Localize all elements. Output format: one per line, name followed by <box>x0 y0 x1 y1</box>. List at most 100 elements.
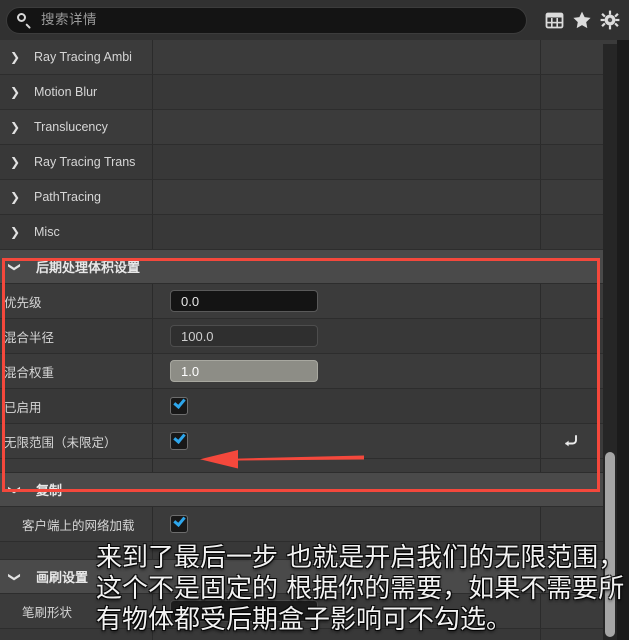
column-splitter-1[interactable] <box>152 75 153 109</box>
column-splitter-2[interactable] <box>540 389 541 423</box>
checkmark-icon <box>173 396 186 409</box>
property-label: 客户端上的网络加载 <box>22 518 135 533</box>
column-splitter-2[interactable] <box>540 180 541 214</box>
column-splitter-1[interactable] <box>152 180 153 214</box>
column-splitter-1[interactable] <box>152 145 153 179</box>
section-label: Misc <box>34 225 60 239</box>
property-row-brush-shape[interactable]: 笔刷形状 <box>0 594 629 629</box>
details-toolbar: 搜索详情 <box>0 0 629 40</box>
list-bottom-filler <box>0 629 629 640</box>
sidebar-item-ray-tracing-translucency[interactable]: Ray Tracing Trans <box>0 145 629 180</box>
column-splitter-1[interactable] <box>152 110 153 144</box>
column-splitter-2[interactable] <box>540 459 541 472</box>
property-name-cell: Ray Tracing Ambi <box>0 50 152 64</box>
column-splitter-2[interactable] <box>540 354 541 388</box>
chevron-right-icon[interactable] <box>0 86 30 98</box>
property-name-cell: PathTracing <box>0 190 152 204</box>
section-label: Motion Blur <box>34 85 98 99</box>
section-header-label: 复制 <box>36 483 63 498</box>
column-splitter-1[interactable] <box>152 459 153 472</box>
column-splitter-1[interactable] <box>152 542 153 559</box>
blend-weight-input[interactable]: 1.0 <box>170 360 318 382</box>
column-splitter-2[interactable] <box>540 145 541 179</box>
property-row-unbound[interactable]: 无限范围（未限定） <box>0 424 629 459</box>
details-property-list[interactable]: Ray Tracing Ambi Motion Blur Translucenc… <box>0 40 629 640</box>
property-value-cell: 1.0 <box>152 354 629 388</box>
column-splitter-1[interactable] <box>152 319 153 353</box>
property-name-cell: 客户端上的网络加载 <box>0 515 152 534</box>
net-load-on-client-checkbox[interactable] <box>170 514 188 533</box>
column-splitter-2[interactable] <box>540 507 541 541</box>
star-icon[interactable] <box>569 7 595 33</box>
vertical-scrollbar-track[interactable] <box>603 44 617 640</box>
sidebar-item-misc[interactable]: Misc <box>0 215 629 250</box>
column-splitter-2[interactable] <box>540 40 541 74</box>
section-header-brush-settings[interactable]: 画刷设置 <box>0 560 629 594</box>
sidebar-item-translucency[interactable]: Translucency <box>0 110 629 145</box>
column-splitter-2[interactable] <box>540 75 541 109</box>
property-name-cell: 混合权重 <box>0 362 152 381</box>
column-splitter-1[interactable] <box>152 424 153 458</box>
chevron-down-icon[interactable] <box>0 484 30 496</box>
column-splitter-2[interactable] <box>540 284 541 318</box>
property-row-enabled[interactable]: 已启用 <box>0 389 629 424</box>
property-name-cell: Motion Blur <box>0 85 152 99</box>
property-row-priority[interactable]: 优先级 0.0 <box>0 284 629 319</box>
section-spacer <box>0 542 629 560</box>
sidebar-item-ray-tracing-ambient[interactable]: Ray Tracing Ambi <box>0 40 629 75</box>
property-label: 优先级 <box>4 295 42 310</box>
section-label: Ray Tracing Ambi <box>34 50 132 64</box>
column-splitter-2[interactable] <box>540 110 541 144</box>
enabled-checkbox[interactable] <box>170 396 188 415</box>
column-splitter-1[interactable] <box>152 40 153 74</box>
property-row-blend-radius[interactable]: 混合半径 100.0 <box>0 319 629 354</box>
section-spacer <box>0 459 629 473</box>
section-label: Ray Tracing Trans <box>34 155 136 169</box>
column-splitter-1[interactable] <box>152 215 153 249</box>
property-name-cell: 笔刷形状 <box>0 602 152 621</box>
table-view-icon[interactable] <box>541 7 567 33</box>
vertical-scrollbar-thumb[interactable] <box>605 452 615 637</box>
column-splitter-2[interactable] <box>540 542 541 559</box>
unbound-checkbox[interactable] <box>170 431 188 450</box>
chevron-right-icon[interactable] <box>0 156 30 168</box>
column-splitter-2[interactable] <box>540 319 541 353</box>
column-splitter-1[interactable] <box>152 629 153 640</box>
section-header-replication[interactable]: 复制 <box>0 473 629 507</box>
search-placeholder: 搜索详情 <box>41 12 97 28</box>
search-icon <box>17 12 32 28</box>
property-row-net-load-on-client[interactable]: 客户端上的网络加载 <box>0 507 629 542</box>
chevron-right-icon[interactable] <box>0 191 30 203</box>
checkmark-icon <box>173 514 186 527</box>
chevron-right-icon[interactable] <box>0 226 30 238</box>
sidebar-item-pathtracing[interactable]: PathTracing <box>0 180 629 215</box>
section-header-post-process-volume-settings[interactable]: 后期处理体积设置 <box>0 250 629 284</box>
column-splitter-1[interactable] <box>152 389 153 423</box>
chevron-right-icon[interactable] <box>0 121 30 133</box>
column-splitter-2[interactable] <box>540 629 541 640</box>
chevron-down-icon[interactable] <box>0 261 30 273</box>
property-label: 已启用 <box>4 400 42 415</box>
property-value-cell <box>152 507 629 541</box>
reset-to-default-button[interactable] <box>540 424 601 458</box>
column-splitter-1[interactable] <box>152 284 153 318</box>
search-input[interactable]: 搜索详情 <box>6 6 527 34</box>
gear-icon[interactable] <box>597 7 623 33</box>
priority-input[interactable]: 0.0 <box>170 290 318 312</box>
chevron-right-icon[interactable] <box>0 51 30 63</box>
column-splitter-1[interactable] <box>152 354 153 388</box>
property-label: 无限范围（未限定） <box>4 435 117 450</box>
column-splitter-1[interactable] <box>152 594 153 628</box>
brush-shape-dropdown[interactable] <box>170 600 318 622</box>
property-label: 笔刷形状 <box>22 605 73 620</box>
blend-radius-input[interactable]: 100.0 <box>170 325 318 347</box>
column-splitter-2[interactable] <box>540 594 541 628</box>
sidebar-item-motion-blur[interactable]: Motion Blur <box>0 75 629 110</box>
column-splitter-1[interactable] <box>152 507 153 541</box>
chevron-down-icon[interactable] <box>0 571 30 583</box>
column-splitter-2[interactable] <box>540 215 541 249</box>
property-name-cell: Misc <box>0 225 152 239</box>
property-name-cell: Translucency <box>0 120 152 134</box>
property-row-blend-weight[interactable]: 混合权重 1.0 <box>0 354 629 389</box>
property-name-cell: 无限范围（未限定） <box>0 432 152 451</box>
